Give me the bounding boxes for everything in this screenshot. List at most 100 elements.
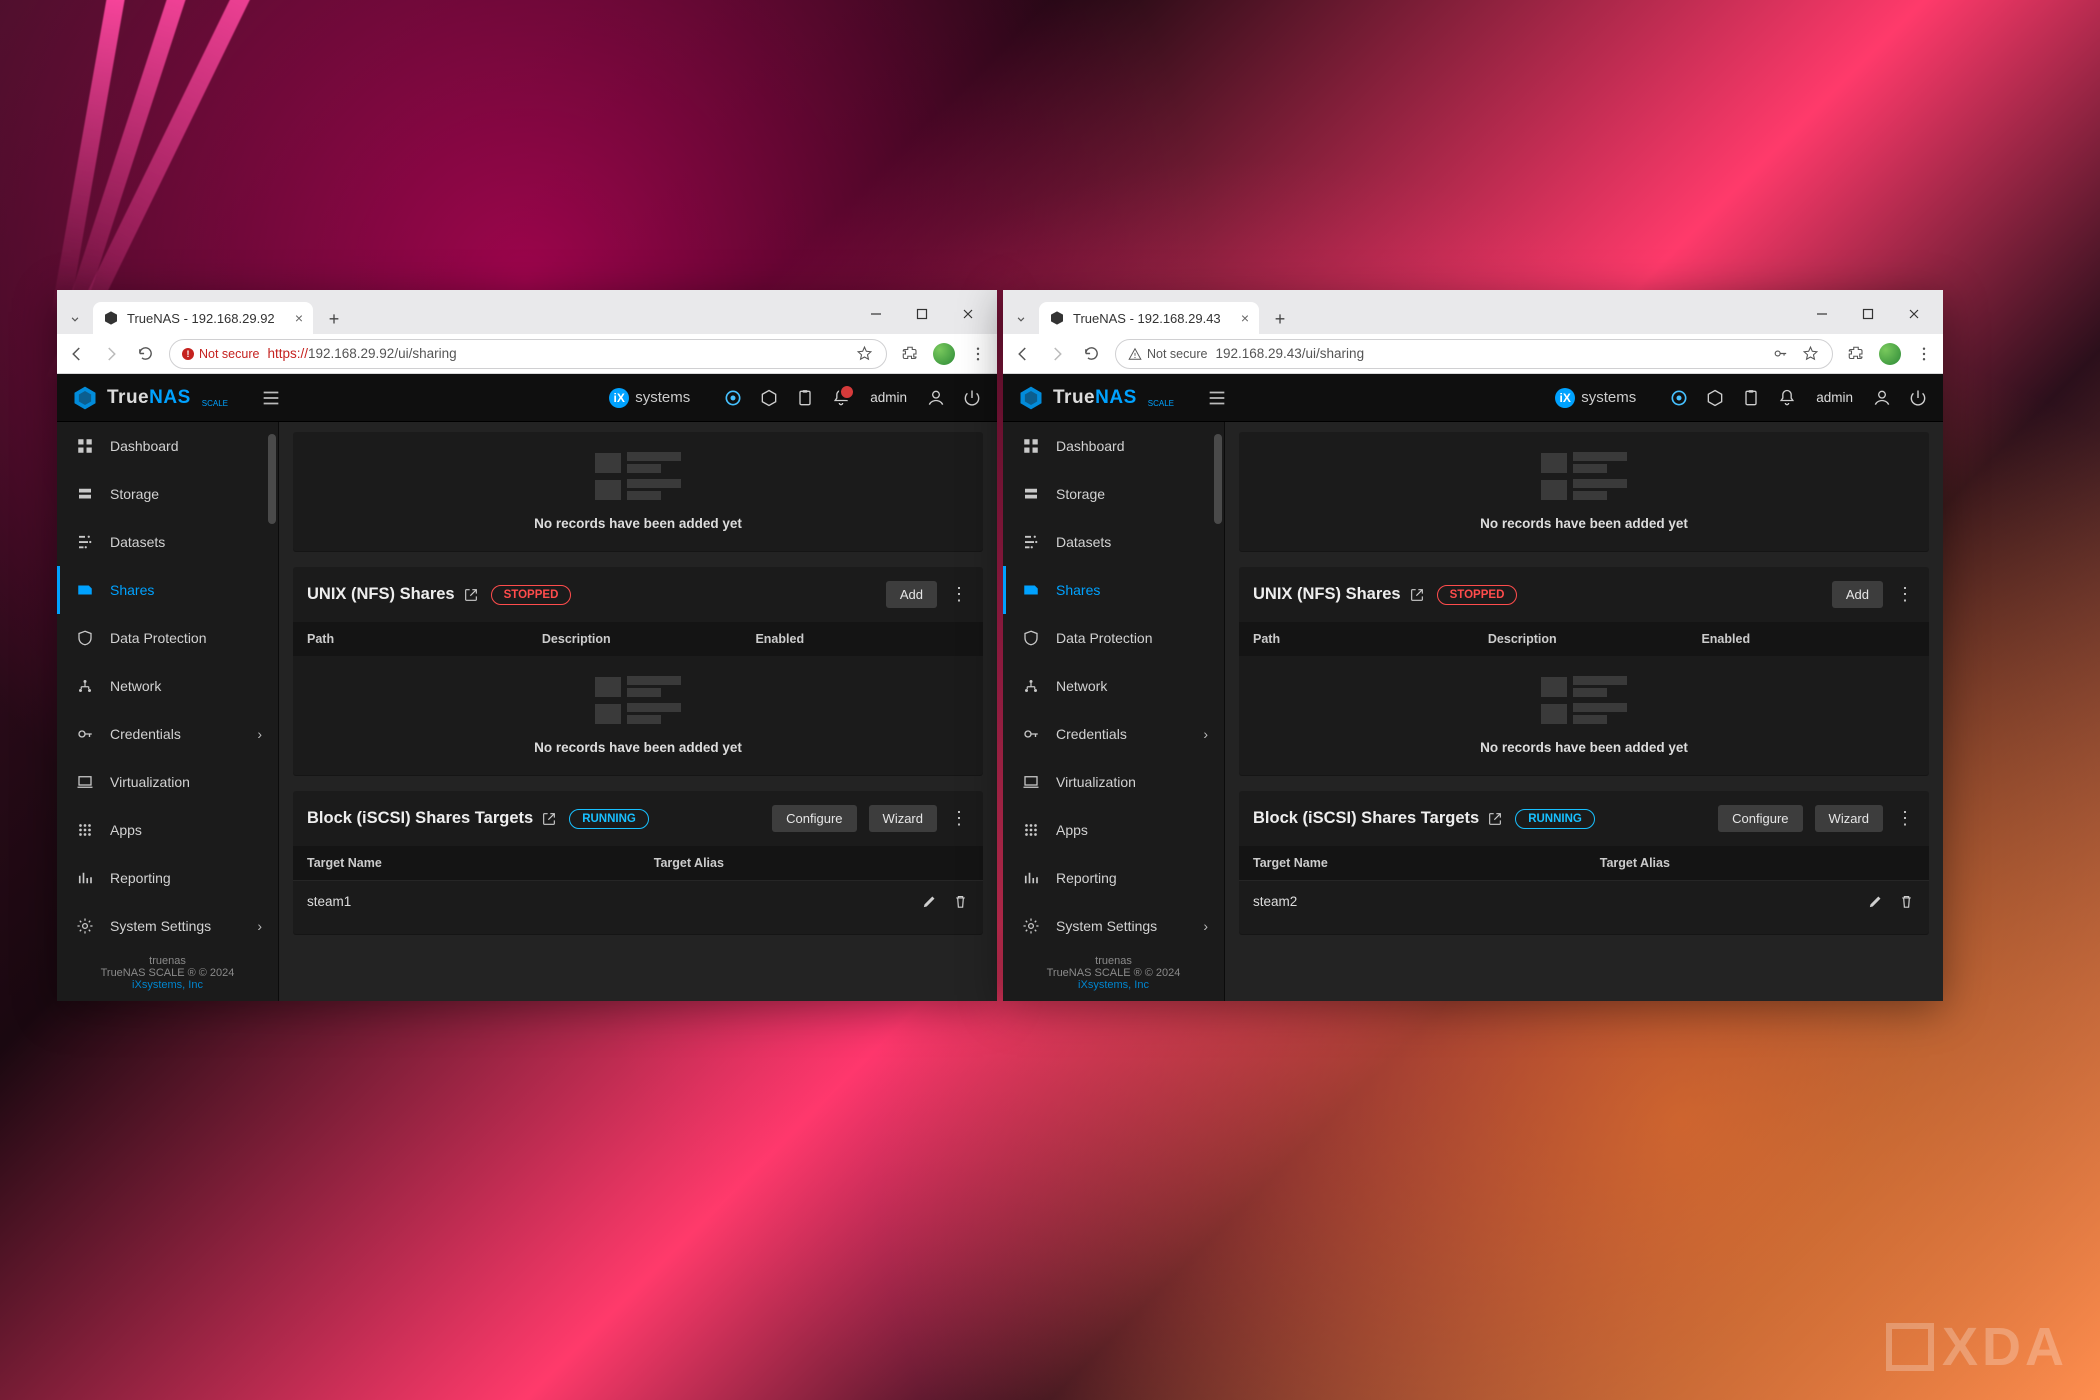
sidebar-item-storage[interactable]: Storage (57, 470, 278, 518)
sidebar-item-shares[interactable]: Shares (57, 566, 278, 614)
kebab-menu-icon[interactable]: ⋮ (949, 584, 969, 605)
sidebar-item-virtualization[interactable]: Virtualization (1003, 758, 1224, 806)
window-close-icon[interactable] (1891, 300, 1937, 328)
browser-menu-icon[interactable] (1915, 345, 1933, 363)
window-close-icon[interactable] (945, 300, 991, 328)
status-badge[interactable]: STOPPED (491, 585, 572, 605)
tab-scroll-left-icon[interactable] (63, 304, 87, 334)
scrollbar-thumb[interactable] (1214, 434, 1222, 524)
sidebar-item-credentials[interactable]: Credentials› (57, 710, 278, 758)
brand[interactable]: TrueNAS SCALE (1017, 384, 1174, 412)
cube-icon[interactable] (758, 387, 780, 409)
password-key-icon[interactable] (1770, 344, 1790, 364)
status-badge[interactable]: STOPPED (1437, 585, 1518, 605)
card-title-nfs[interactable]: UNIX (NFS) Shares (1253, 585, 1425, 604)
extensions-icon[interactable] (1847, 345, 1865, 363)
edit-icon[interactable] (921, 893, 938, 910)
tab-scroll-left-icon[interactable] (1009, 304, 1033, 334)
add-button[interactable]: Add (1832, 581, 1883, 608)
new-tab-button[interactable]: + (1265, 304, 1295, 334)
extension-avatar-icon[interactable] (1879, 343, 1901, 365)
sidebar-item-virtualization[interactable]: Virtualization (57, 758, 278, 806)
status-icon[interactable] (1668, 387, 1690, 409)
add-button[interactable]: Add (886, 581, 937, 608)
window-minimize-icon[interactable] (1799, 300, 1845, 328)
browser-tab[interactable]: TrueNAS - 192.168.29.92 × (93, 302, 313, 334)
card-title-iscsi[interactable]: Block (iSCSI) Shares Targets (307, 809, 557, 828)
sidebar-item-credentials[interactable]: Credentials› (1003, 710, 1224, 758)
nav-forward-icon[interactable] (1047, 344, 1067, 364)
configure-button[interactable]: Configure (1718, 805, 1802, 832)
browser-menu-icon[interactable] (969, 345, 987, 363)
sidebar-item-reporting[interactable]: Reporting (1003, 854, 1224, 902)
nav-forward-icon[interactable] (101, 344, 121, 364)
delete-icon[interactable] (952, 893, 969, 910)
sidebar-item-network[interactable]: Network (57, 662, 278, 710)
sidebar-item-datasets[interactable]: Datasets (1003, 518, 1224, 566)
kebab-menu-icon[interactable]: ⋮ (949, 808, 969, 829)
nav-reload-icon[interactable] (1081, 344, 1101, 364)
cube-icon[interactable] (1704, 387, 1726, 409)
footer-link[interactable]: iXsystems, Inc (1003, 979, 1224, 991)
status-badge[interactable]: RUNNING (569, 809, 649, 829)
window-minimize-icon[interactable] (853, 300, 899, 328)
sidebar-item-storage[interactable]: Storage (1003, 470, 1224, 518)
extension-avatar-icon[interactable] (933, 343, 955, 365)
omnibox[interactable]: Not secure 192.168.29.43/ui/sharing (1115, 339, 1833, 369)
browser-tab[interactable]: TrueNAS - 192.168.29.43 × (1039, 302, 1259, 334)
sidebar-item-apps[interactable]: Apps (1003, 806, 1224, 854)
edit-icon[interactable] (1867, 893, 1884, 910)
account-icon[interactable] (925, 387, 947, 409)
sidebar-item-data-protection[interactable]: Data Protection (1003, 614, 1224, 662)
sidebar-item-network[interactable]: Network (1003, 662, 1224, 710)
clipboard-icon[interactable] (794, 387, 816, 409)
wizard-button[interactable]: Wizard (869, 805, 937, 832)
sidebar-item-data-protection[interactable]: Data Protection (57, 614, 278, 662)
tab-close-icon[interactable]: × (295, 310, 303, 326)
security-chip[interactable]: Not secure (1128, 347, 1207, 361)
sidebar-item-dashboard[interactable]: Dashboard (57, 422, 278, 470)
new-tab-button[interactable]: + (319, 304, 349, 334)
sidebar-item-system-settings[interactable]: System Settings› (57, 902, 278, 945)
nav-reload-icon[interactable] (135, 344, 155, 364)
wizard-button[interactable]: Wizard (1815, 805, 1883, 832)
ixsystems-link[interactable]: iX systems (1555, 388, 1636, 408)
sidebar-item-shares[interactable]: Shares (1003, 566, 1224, 614)
status-icon[interactable] (722, 387, 744, 409)
nav-back-icon[interactable] (67, 344, 87, 364)
nav-back-icon[interactable] (1013, 344, 1033, 364)
footer-link[interactable]: iXsystems, Inc (57, 979, 278, 991)
alert-bell-icon[interactable] (1776, 387, 1798, 409)
status-badge[interactable]: RUNNING (1515, 809, 1595, 829)
window-maximize-icon[interactable] (899, 300, 945, 328)
sidebar-toggle-icon[interactable] (1206, 387, 1228, 409)
power-icon[interactable] (961, 387, 983, 409)
power-icon[interactable] (1907, 387, 1929, 409)
bookmark-star-icon[interactable] (1800, 344, 1820, 364)
sidebar-toggle-icon[interactable] (260, 387, 282, 409)
bookmark-star-icon[interactable] (854, 344, 874, 364)
extensions-icon[interactable] (901, 345, 919, 363)
account-icon[interactable] (1871, 387, 1893, 409)
card-title-nfs[interactable]: UNIX (NFS) Shares (307, 585, 479, 604)
scrollbar-thumb[interactable] (268, 434, 276, 524)
brand[interactable]: TrueNAS SCALE (71, 384, 228, 412)
sidebar-item-system-settings[interactable]: System Settings› (1003, 902, 1224, 945)
configure-button[interactable]: Configure (772, 805, 856, 832)
kebab-menu-icon[interactable]: ⋮ (1895, 584, 1915, 605)
sidebar-item-reporting[interactable]: Reporting (57, 854, 278, 902)
alert-bell-icon[interactable] (830, 387, 852, 409)
sidebar-item-datasets[interactable]: Datasets (57, 518, 278, 566)
security-chip[interactable]: ! Not secure (182, 347, 259, 361)
table-row[interactable]: steam2 (1239, 880, 1929, 922)
omnibox[interactable]: ! Not secure https://192.168.29.92/ui/sh… (169, 339, 887, 369)
tab-close-icon[interactable]: × (1241, 310, 1249, 326)
card-title-iscsi[interactable]: Block (iSCSI) Shares Targets (1253, 809, 1503, 828)
delete-icon[interactable] (1898, 893, 1915, 910)
sidebar-item-dashboard[interactable]: Dashboard (1003, 422, 1224, 470)
ixsystems-link[interactable]: iX systems (609, 388, 690, 408)
sidebar-item-apps[interactable]: Apps (57, 806, 278, 854)
table-row[interactable]: steam1 (293, 880, 983, 922)
window-maximize-icon[interactable] (1845, 300, 1891, 328)
kebab-menu-icon[interactable]: ⋮ (1895, 808, 1915, 829)
